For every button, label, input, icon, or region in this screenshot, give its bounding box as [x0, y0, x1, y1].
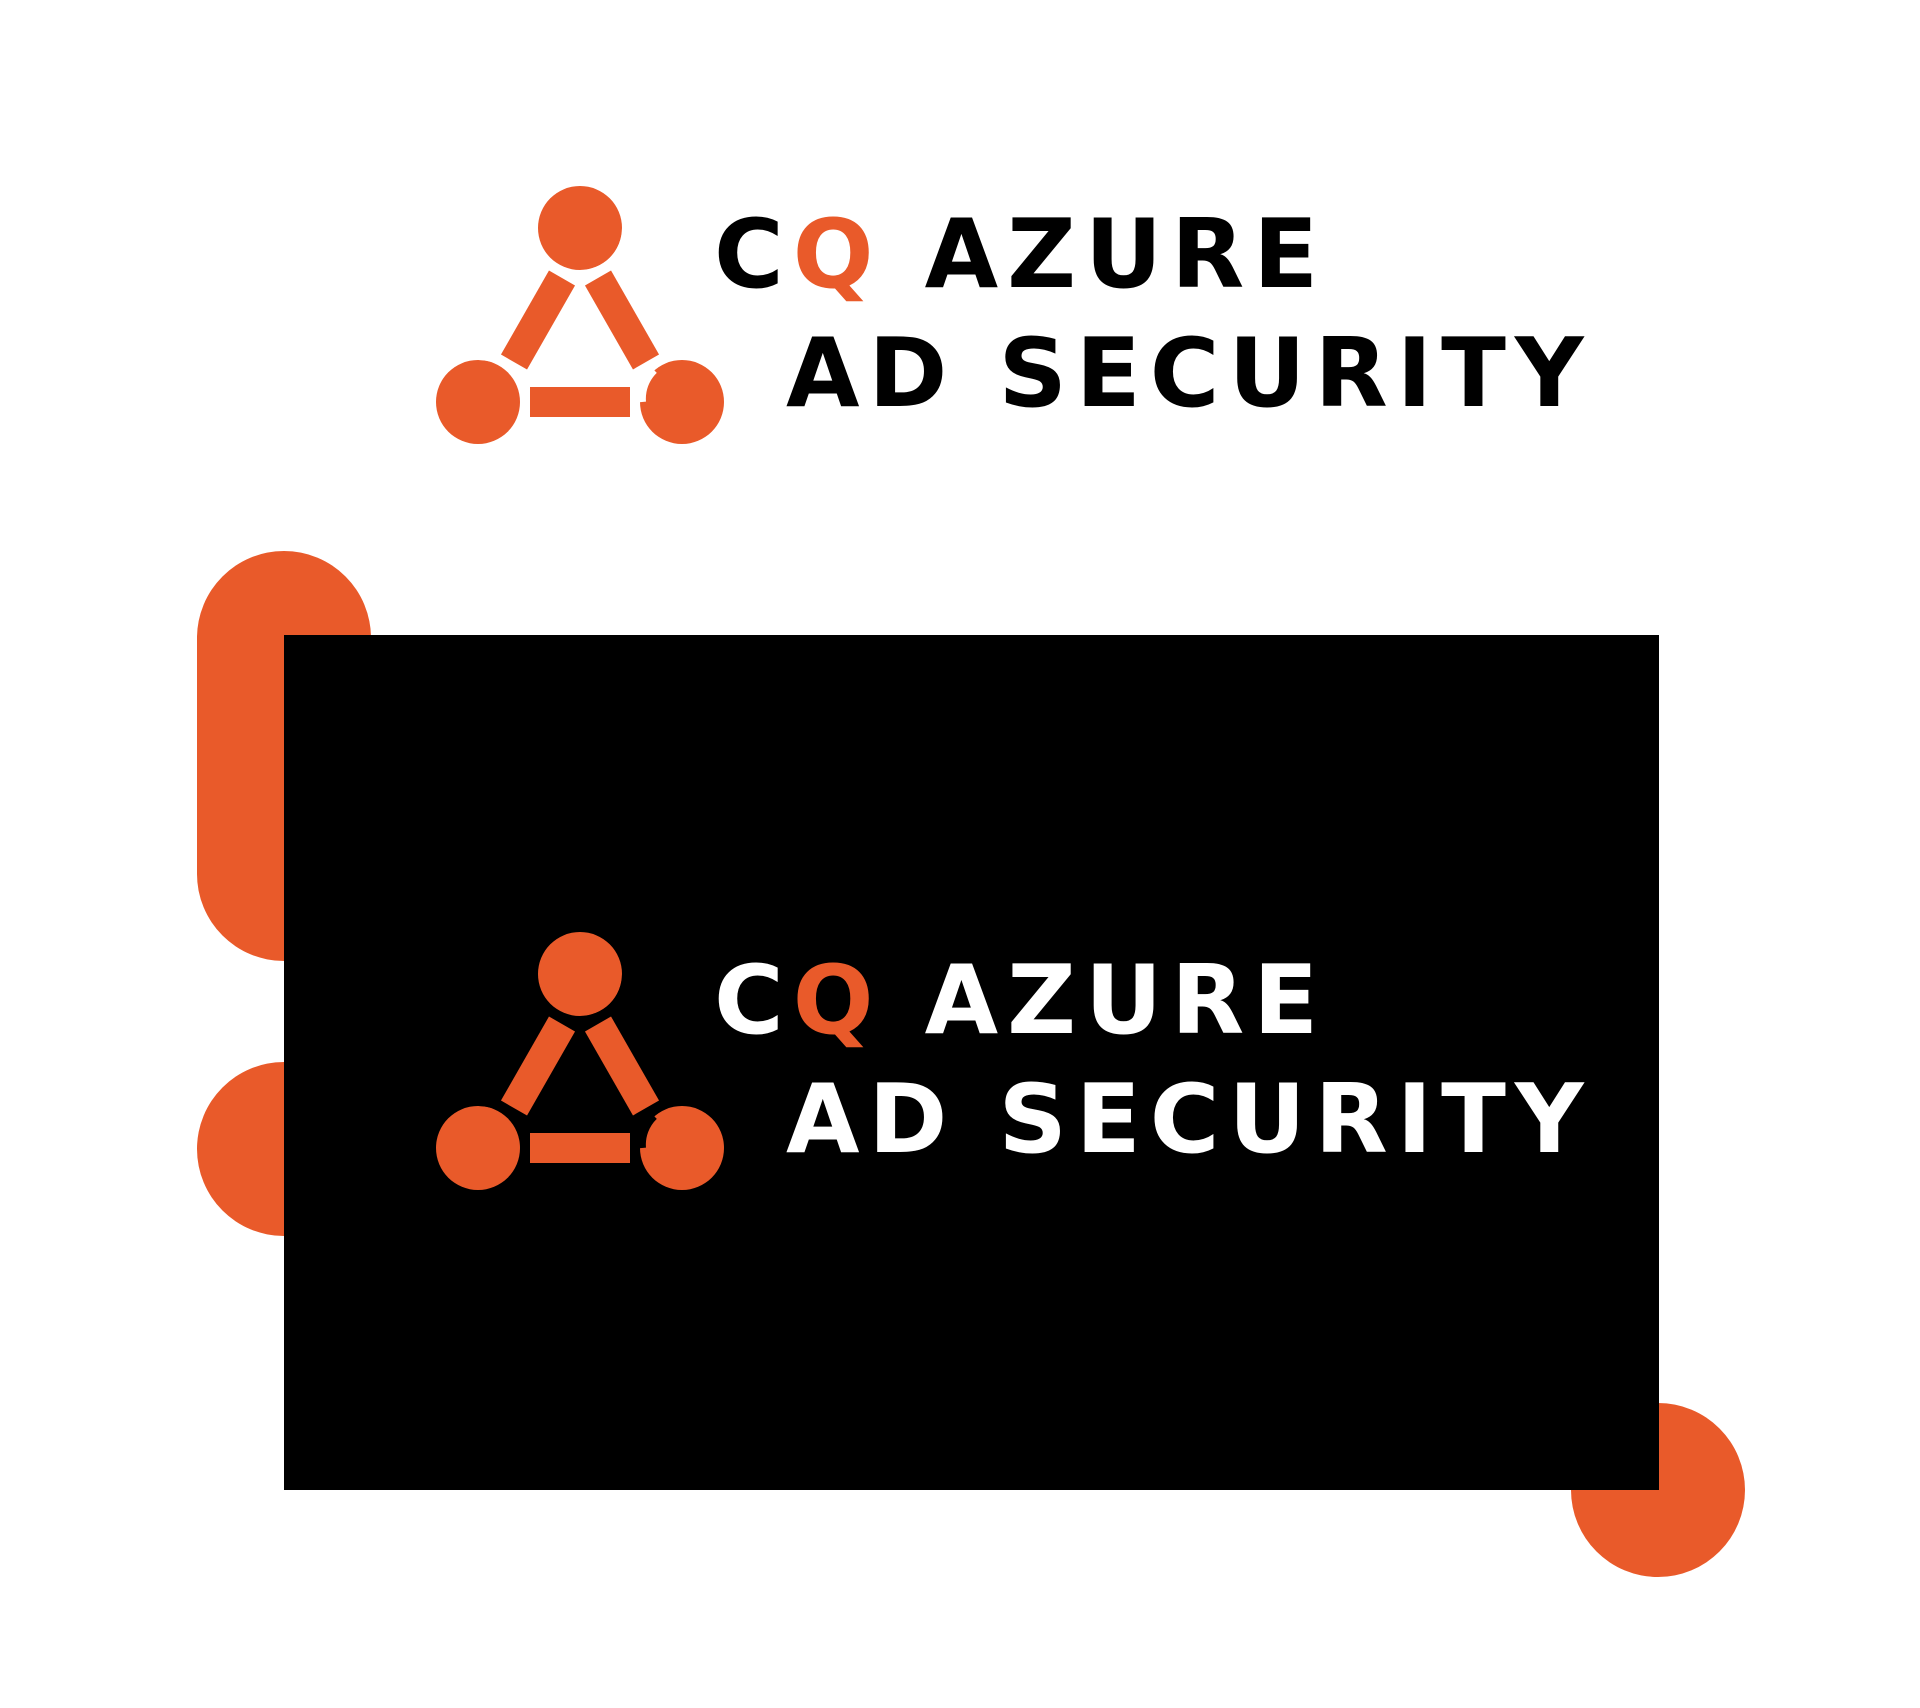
logo-presentation: CQ AZURE AD SECURITY CQ AZURE AD SECURIT… [0, 0, 1920, 1708]
wordmark-azure: AZURE [882, 200, 1328, 310]
triangle-nodes-icon [436, 932, 724, 1190]
logo-light-version: CQ AZURE AD SECURITY [430, 180, 1584, 450]
wordmark-line-1: CQ AZURE [714, 208, 1327, 303]
wordmark-c: C [714, 946, 793, 1056]
logo-dark-version: CQ AZURE AD SECURITY [430, 926, 1584, 1196]
triangle-nodes-icon [436, 186, 724, 444]
wordmark-line-2: AD SECURITY [786, 1065, 1593, 1175]
wordmark-line-2: AD SECURITY [786, 319, 1593, 429]
wordmark-c: C [714, 200, 793, 310]
logo-wordmark: CQ AZURE AD SECURITY [708, 926, 1584, 1196]
wordmark-q-accent: Q [792, 946, 883, 1056]
wordmark-azure: AZURE [882, 946, 1328, 1056]
wordmark-line-1: CQ AZURE [714, 954, 1327, 1049]
wordmark-q-accent: Q [792, 200, 883, 310]
logo-wordmark: CQ AZURE AD SECURITY [708, 180, 1584, 450]
